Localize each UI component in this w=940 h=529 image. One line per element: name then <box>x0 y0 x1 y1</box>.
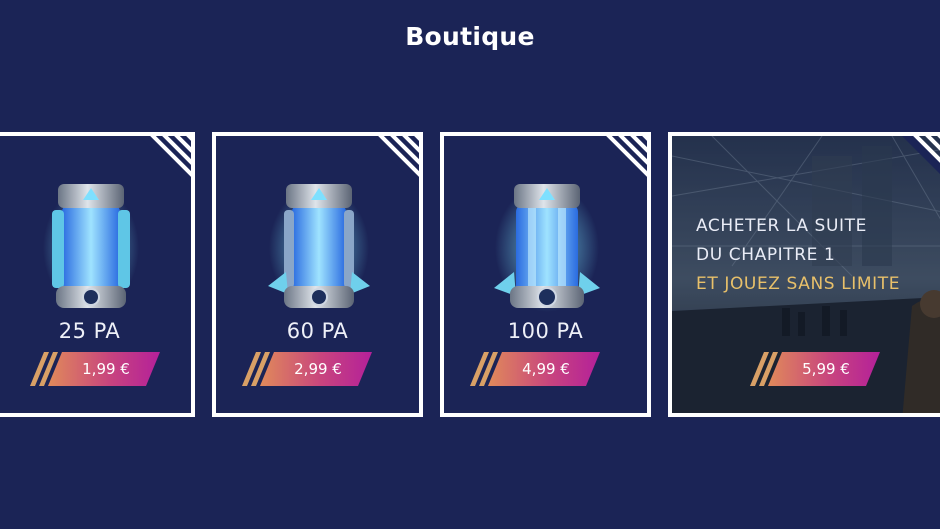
card-corner-stripes-icon <box>902 136 940 174</box>
energy-capsule-medium-icon <box>268 184 370 310</box>
story-offer-text: ACHETER LA SUITE DU CHAPITRE 1 ET JOUEZ … <box>696 212 900 299</box>
price-label: 2,99 € <box>294 360 342 378</box>
page-title: Boutique <box>405 22 535 51</box>
offer-card-100-pa[interactable]: 100 PA 4,99 € <box>440 132 651 417</box>
price-label: 4,99 € <box>522 360 570 378</box>
offer-name: 100 PA <box>507 319 584 343</box>
offer-name: 25 PA <box>58 319 121 343</box>
price-label: 5,99 € <box>802 360 850 378</box>
energy-capsule-small-icon <box>43 184 139 310</box>
story-line-3: ET JOUEZ SANS LIMITE <box>696 274 901 294</box>
story-line-2: DU CHAPITRE 1 <box>696 245 836 265</box>
offer-card-25-pa[interactable]: 25 PA 1,99 € <box>0 132 195 417</box>
offer-name: 60 PA <box>286 319 349 343</box>
price-label: 1,99 € <box>82 360 130 378</box>
price-button[interactable]: 5,99 € <box>750 352 880 386</box>
story-offer-card[interactable]: ACHETER LA SUITE DU CHAPITRE 1 ET JOUEZ … <box>668 132 940 417</box>
offer-card-60-pa[interactable]: 60 PA 2,99 € <box>212 132 423 417</box>
story-line-1: ACHETER LA SUITE <box>696 216 867 236</box>
price-button[interactable]: 2,99 € <box>242 352 372 386</box>
price-button[interactable]: 1,99 € <box>30 352 160 386</box>
price-button[interactable]: 4,99 € <box>470 352 600 386</box>
energy-capsule-large-icon <box>494 184 600 312</box>
